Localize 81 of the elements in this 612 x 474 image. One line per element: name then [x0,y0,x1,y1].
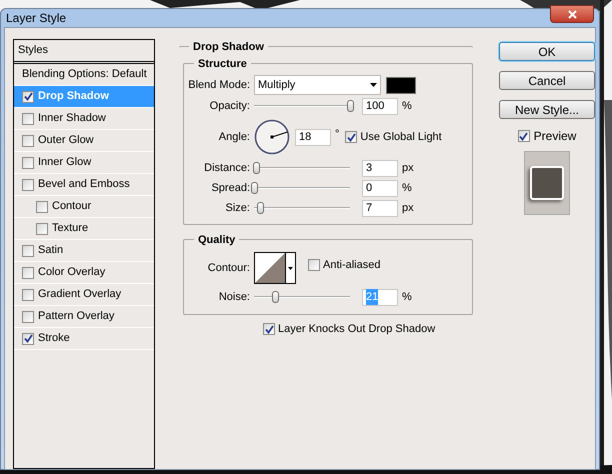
checkbox[interactable] [308,259,320,272]
slider-thumb[interactable] [272,291,280,303]
window-title: Layer Style [6,10,66,27]
style-list-item[interactable]: Color Overlay [14,262,154,284]
close-button[interactable] [550,5,594,23]
value-field[interactable]: 3 [362,160,398,176]
field-label: Noise: [218,290,251,305]
checkbox[interactable] [22,156,34,168]
checkbox[interactable] [36,222,48,234]
checkbox-label: Anti-aliased [323,258,380,273]
slider-track[interactable] [254,202,350,214]
dropdown-arrow-icon [288,266,293,270]
panel-header: Styles [14,40,154,64]
checkbox[interactable] [36,200,48,212]
field-label: Angle: [218,130,251,145]
checkbox-label: Layer Knocks Out Drop Shadow [278,322,436,337]
checkmark-icon [24,334,32,343]
field-label: Size: [224,200,251,216]
field-label: Distance: [203,160,251,176]
field-label: Contour: [206,260,251,276]
dropdown-arrow-icon [370,83,377,87]
checkbox[interactable] [22,90,34,102]
style-list-item[interactable]: Outer Glow [14,130,154,152]
field-label: Spread: [210,180,251,196]
checkbox[interactable] [22,112,34,124]
unit-label: % [402,98,412,114]
unit-label: % [402,290,412,305]
color-swatch[interactable] [386,76,416,94]
value-field[interactable]: 18 [295,128,331,146]
checkmark-icon [519,132,528,140]
contour-picker[interactable] [254,252,296,284]
checkmark-icon [346,132,356,142]
checkbox-label: Use Global Light [360,130,442,145]
style-list-item[interactable]: Contour [14,196,154,218]
value-field[interactable]: 100 [362,98,398,114]
checkbox-label: Preview [534,128,576,145]
checkbox[interactable] [22,332,34,344]
dialog-button[interactable]: OK [499,42,595,61]
unit-label: px [402,160,414,176]
style-list-item[interactable]: Inner Glow [14,152,154,174]
checkbox[interactable] [22,244,34,256]
value-field[interactable]: 0 [362,180,398,196]
style-list-item[interactable]: Gradient Overlay [14,284,154,306]
angle-dial[interactable] [254,119,290,155]
group-title: Drop Shadow [189,39,268,56]
checkbox[interactable] [263,323,275,336]
slider-track[interactable] [254,162,350,174]
style-list-item[interactable]: Pattern Overlay [14,306,154,328]
contour-curve-icon [255,253,285,283]
style-list-item[interactable]: Inner Shadow [14,108,154,130]
field-label: Opacity: [208,98,251,114]
checkmark-icon [264,324,274,334]
slider-thumb[interactable] [251,182,258,194]
dialog-button[interactable]: New Style... [499,100,595,119]
slider-thumb[interactable] [347,100,354,112]
checkbox[interactable] [22,310,34,322]
checkbox[interactable] [22,134,34,146]
checkbox[interactable] [22,178,34,190]
style-list-item[interactable]: Satin [14,240,154,262]
checkbox[interactable] [22,288,34,300]
style-list-item[interactable]: Bevel and Emboss [14,174,154,196]
unit-label: px [402,200,414,216]
field-label: Blend Mode: [187,78,251,93]
slider-track[interactable] [254,291,350,303]
value-field[interactable]: 7 [362,200,398,216]
slider-thumb[interactable] [252,162,260,174]
style-list-item[interactable]: Stroke [14,328,154,350]
style-list-item[interactable]: Texture [14,218,154,240]
slider-thumb[interactable] [256,202,264,214]
dialog-button[interactable]: Cancel [499,71,595,90]
group-title: Quality [194,232,240,248]
checkbox[interactable] [22,266,34,278]
unit-label: ° [335,127,340,142]
checkmark-icon [24,92,32,101]
checkbox[interactable] [345,131,358,143]
unit-label: % [402,180,412,196]
preview-thumbnail [524,151,570,215]
close-icon [568,10,576,18]
slider-track[interactable] [254,182,350,194]
blend-mode-dropdown[interactable]: Multiply [254,75,381,95]
checkbox[interactable] [518,130,530,142]
